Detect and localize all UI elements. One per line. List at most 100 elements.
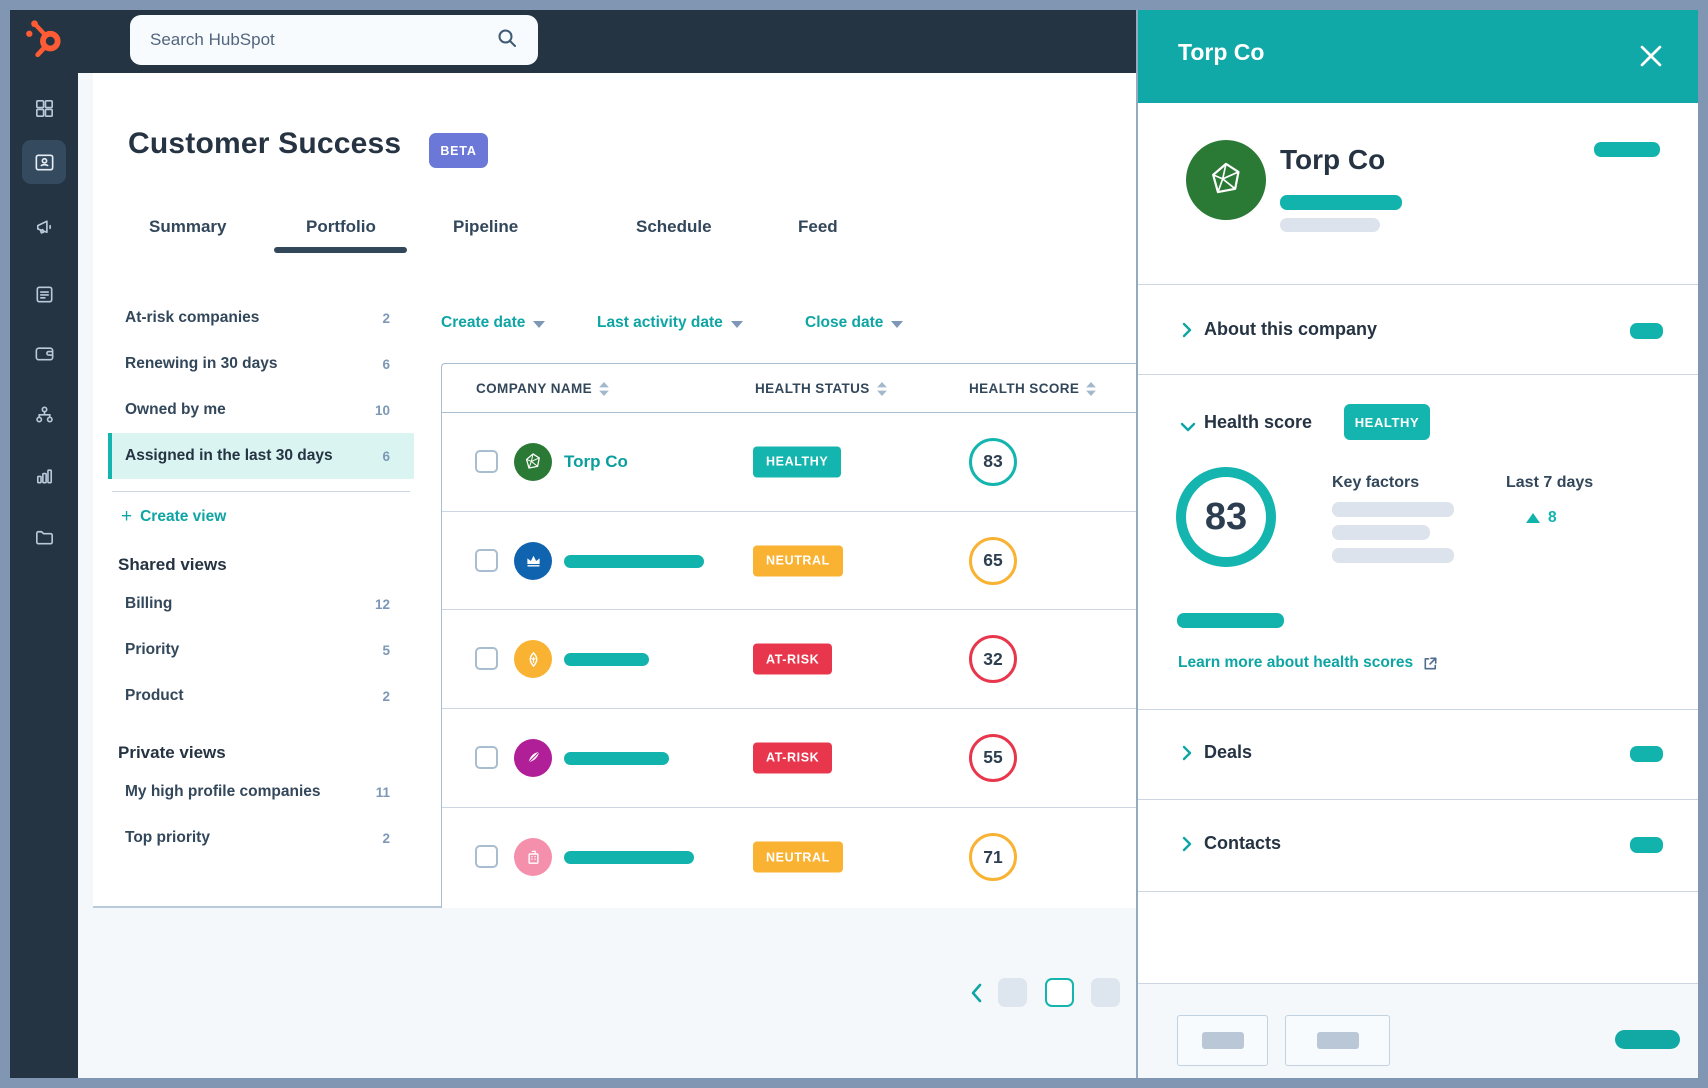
- view-item-assigned-last-30-days[interactable]: Assigned in the last 30 days 6: [108, 433, 414, 479]
- section-divider: [1138, 891, 1698, 892]
- chevron-right-icon[interactable]: [1182, 836, 1192, 857]
- pagination-current-page[interactable]: [1045, 978, 1074, 1007]
- search-input[interactable]: [130, 30, 496, 50]
- table-row[interactable]: AT-RISK 32: [442, 610, 1136, 709]
- view-item-billing[interactable]: Billing 12: [108, 581, 414, 627]
- health-score-circle: 32: [969, 635, 1017, 683]
- gem-icon: [1204, 158, 1248, 202]
- pagination-page-button[interactable]: [998, 978, 1027, 1007]
- redacted-company-name[interactable]: [564, 555, 704, 568]
- sort-icon[interactable]: [1086, 382, 1096, 396]
- health-score-circle: 83: [969, 438, 1017, 486]
- table-row[interactable]: Torp Co HEALTHY 83: [442, 413, 1136, 512]
- chevron-right-icon[interactable]: [1182, 322, 1192, 343]
- filter-close-date[interactable]: Close date: [805, 309, 903, 337]
- pagination-prev-button[interactable]: [966, 978, 986, 1007]
- create-view-button[interactable]: + Create view: [108, 495, 414, 539]
- tab-pipeline[interactable]: Pipeline: [453, 213, 518, 241]
- table-row[interactable]: NEUTRAL 71: [442, 808, 1136, 907]
- search-icon[interactable]: [496, 27, 518, 54]
- health-status-badge: NEUTRAL: [753, 842, 843, 873]
- company-name: Torp Co: [1280, 144, 1385, 176]
- row-checkbox[interactable]: [475, 647, 498, 670]
- close-icon: [1640, 45, 1662, 67]
- page-title: Customer Success: [128, 127, 401, 161]
- column-header-status[interactable]: HEALTH STATUS: [755, 364, 887, 413]
- table-header: COMPANY NAME HEALTH STATUS HEALTH SCORE: [442, 364, 1136, 413]
- hubspot-logo-icon[interactable]: [23, 18, 65, 60]
- global-search[interactable]: [130, 15, 538, 65]
- megaphone-marketing-icon[interactable]: [22, 205, 66, 249]
- view-item-owned-by-me[interactable]: Owned by me 10: [108, 387, 414, 433]
- top-navbar: [78, 10, 1136, 73]
- redacted-company-name[interactable]: [564, 851, 694, 864]
- footer-primary-button[interactable]: [1615, 1030, 1680, 1049]
- arrow-up-icon: [1526, 513, 1540, 523]
- contacts-section-title[interactable]: Contacts: [1204, 833, 1281, 854]
- chevron-right-icon[interactable]: [1182, 745, 1192, 766]
- health-details-button[interactable]: [1177, 613, 1284, 628]
- redacted-company-domain[interactable]: [1280, 195, 1402, 210]
- section-divider: [1138, 709, 1698, 710]
- redacted-company-name[interactable]: [564, 752, 669, 765]
- footer-secondary-button[interactable]: [1177, 1015, 1268, 1066]
- tab-schedule[interactable]: Schedule: [636, 213, 712, 241]
- sort-icon[interactable]: [599, 382, 609, 396]
- wallet-commerce-icon[interactable]: [22, 331, 66, 375]
- filter-create-date[interactable]: Create date: [441, 309, 545, 337]
- column-header-score[interactable]: HEALTH SCORE: [969, 364, 1096, 413]
- companies-table: COMPANY NAME HEALTH STATUS HEALTH SCORE: [441, 363, 1136, 908]
- view-item-renewing[interactable]: Renewing in 30 days 6: [108, 341, 414, 387]
- health-score-circle: 55: [969, 734, 1017, 782]
- chevron-down-icon[interactable]: [1180, 419, 1196, 437]
- footer-secondary-button[interactable]: [1285, 1015, 1390, 1066]
- tab-summary[interactable]: Summary: [149, 213, 226, 241]
- contacts-section-action[interactable]: [1630, 837, 1663, 853]
- tab-portfolio[interactable]: Portfolio: [306, 213, 376, 241]
- tab-feed[interactable]: Feed: [798, 213, 838, 241]
- column-header-company[interactable]: COMPANY NAME: [476, 364, 609, 413]
- view-item-high-profile[interactable]: My high profile companies 11: [108, 769, 414, 815]
- health-score-circle: 71: [969, 833, 1017, 881]
- sort-icon[interactable]: [877, 382, 887, 396]
- row-checkbox[interactable]: [475, 549, 498, 572]
- content-doc-icon[interactable]: [22, 272, 66, 316]
- view-item-at-risk[interactable]: At-risk companies 2: [108, 295, 414, 341]
- view-item-product[interactable]: Product 2: [108, 673, 414, 719]
- view-item-priority[interactable]: Priority 5: [108, 627, 414, 673]
- contacts-crm-icon[interactable]: [22, 140, 66, 184]
- learn-more-link[interactable]: Learn more about health scores: [1178, 654, 1439, 672]
- filter-last-activity-date[interactable]: Last activity date: [597, 309, 743, 337]
- health-section-title[interactable]: Health score: [1204, 412, 1312, 433]
- about-section-action[interactable]: [1630, 323, 1663, 339]
- row-checkbox[interactable]: [475, 845, 498, 868]
- view-item-top-priority[interactable]: Top priority 2: [108, 815, 414, 861]
- view-count: 2: [382, 689, 390, 704]
- deals-section-title[interactable]: Deals: [1204, 742, 1252, 763]
- section-divider: [1138, 799, 1698, 800]
- reporting-chart-icon[interactable]: [22, 453, 66, 497]
- company-name-link[interactable]: Torp Co: [564, 452, 628, 472]
- view-count: 5: [382, 643, 390, 658]
- about-section-title[interactable]: About this company: [1204, 319, 1377, 340]
- row-checkbox[interactable]: [475, 450, 498, 473]
- folder-library-icon[interactable]: [22, 515, 66, 559]
- redacted-company-name[interactable]: [564, 653, 649, 666]
- automation-org-icon[interactable]: [22, 392, 66, 436]
- panel-actions-button[interactable]: [1594, 142, 1660, 157]
- main-content: Customer Success BETA Summary Portfolio …: [78, 73, 1136, 1078]
- view-count: 2: [382, 311, 390, 326]
- building-icon: [523, 847, 544, 868]
- table-row[interactable]: NEUTRAL 65: [442, 512, 1136, 611]
- row-checkbox[interactable]: [475, 746, 498, 769]
- table-row[interactable]: AT-RISK 55: [442, 709, 1136, 808]
- views-divider: [112, 491, 410, 492]
- grid-apps-icon[interactable]: [22, 86, 66, 130]
- deals-section-action[interactable]: [1630, 746, 1663, 762]
- redacted-button-label: [1317, 1032, 1359, 1049]
- filter-bar: Create date Last activity date Close dat…: [441, 309, 1041, 337]
- close-button[interactable]: [1636, 41, 1666, 71]
- chevron-down-icon: [533, 321, 545, 328]
- pagination-page-button[interactable]: [1091, 978, 1120, 1007]
- view-count: 2: [382, 831, 390, 846]
